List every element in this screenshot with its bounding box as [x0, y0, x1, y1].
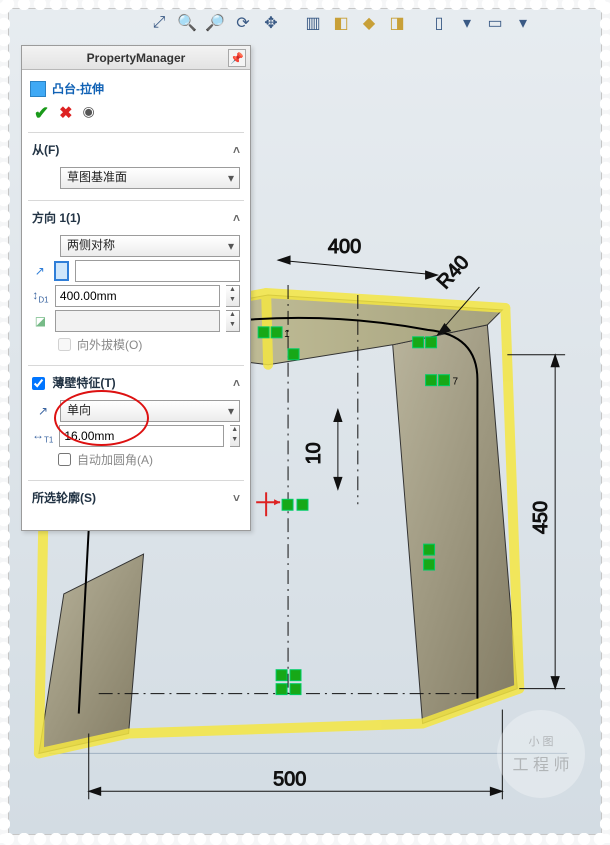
draft-outward-checkbox[interactable]: 向外拔模(O): [32, 336, 240, 353]
thin-feature-checkbox[interactable]: [32, 377, 45, 390]
feature-name: 凸台-拉伸: [52, 80, 104, 97]
zoom-window-icon[interactable]: 🔎: [205, 13, 225, 33]
dropdown-icon-2[interactable]: ▾: [513, 13, 533, 33]
auto-fillet-checkbox[interactable]: 自动加圆角(A): [32, 451, 240, 468]
thickness-spinner[interactable]: ▲▼: [230, 425, 240, 447]
screen-capture-icon[interactable]: ▭: [485, 13, 505, 33]
reverse-direction-icon[interactable]: ↗: [32, 264, 48, 278]
preview-button[interactable]: ◉: [83, 103, 95, 124]
depth-input[interactable]: [55, 285, 220, 307]
direction-field[interactable]: [54, 261, 69, 281]
svg-text:7: 7: [453, 377, 459, 388]
rotate-view-icon[interactable]: ⟳: [233, 13, 253, 33]
view-orientation-icon[interactable]: ▯: [429, 13, 449, 33]
cancel-button[interactable]: ✖: [59, 103, 72, 124]
dim-radius: R40: [433, 251, 474, 293]
pm-title-bar: PropertyManager 📌: [22, 46, 250, 70]
thin-type-select[interactable]: 单向: [60, 400, 240, 422]
chevron-up-icon: ˄: [233, 376, 240, 390]
dropdown-icon[interactable]: ▾: [457, 13, 477, 33]
chevron-up-icon: ˄: [233, 143, 240, 157]
feature-header: 凸台-拉伸: [28, 76, 244, 101]
watermark-logo: 小 图 工 程 师: [497, 710, 585, 798]
section-view-icon[interactable]: ▥: [303, 13, 323, 33]
thickness-icon: ↔T1: [32, 428, 53, 444]
thickness-input[interactable]: [59, 425, 224, 447]
svg-text:1: 1: [284, 329, 290, 340]
view-toolbar: ⤢ 🔍 🔎 ⟳ ✥ ▥ ◧ ◆ ◨ ▯ ▾ ▭ ▾: [149, 11, 561, 35]
depth-icon: ↕D1: [32, 288, 49, 304]
app-frame: ⤢ 🔍 🔎 ⟳ ✥ ▥ ◧ ◆ ◨ ▯ ▾ ▭ ▾: [8, 8, 602, 835]
dim-height: 450: [530, 501, 552, 534]
dim-mid: 10: [303, 442, 325, 464]
section-thin-header[interactable]: 薄壁特征(T) ˄: [32, 372, 240, 397]
pm-title: PropertyManager: [87, 51, 186, 65]
end-condition-select[interactable]: 两侧对称: [60, 235, 240, 257]
display-style-icon[interactable]: ◧: [331, 13, 351, 33]
chevron-up-icon: ˄: [233, 211, 240, 225]
property-manager-panel: PropertyManager 📌 凸台-拉伸 ✔ ✖ ◉ 从(F) ˄ 草: [21, 45, 251, 531]
reverse-thin-icon[interactable]: ↗: [32, 404, 54, 418]
hide-show-icon[interactable]: ◆: [359, 13, 379, 33]
pin-button[interactable]: 📌: [228, 49, 246, 67]
from-plane-select[interactable]: 草图基准面: [60, 167, 240, 189]
scene-icon[interactable]: ◨: [387, 13, 407, 33]
section-direction-header[interactable]: 方向 1(1) ˄: [32, 207, 240, 232]
draft-input: [55, 310, 220, 332]
zoom-area-icon[interactable]: 🔍: [177, 13, 197, 33]
chevron-down-icon: ˅: [233, 491, 240, 505]
dim-top: 400: [328, 236, 361, 258]
extrude-feature-icon: [30, 81, 46, 97]
draft-icon[interactable]: ◪: [32, 314, 49, 328]
section-contour-header[interactable]: 所选轮廓(S) ˅: [32, 487, 240, 512]
section-from-header[interactable]: 从(F) ˄: [32, 139, 240, 164]
pan-icon[interactable]: ✥: [261, 13, 281, 33]
draft-spinner: ▲▼: [226, 310, 240, 332]
direction-input[interactable]: [75, 260, 240, 282]
ok-button[interactable]: ✔: [34, 103, 49, 124]
depth-spinner[interactable]: ▲▼: [226, 285, 240, 307]
dim-bottom: 500: [273, 768, 306, 790]
zoom-fit-icon[interactable]: ⤢: [149, 13, 169, 33]
